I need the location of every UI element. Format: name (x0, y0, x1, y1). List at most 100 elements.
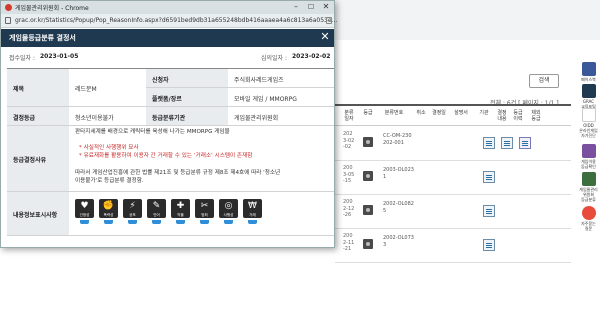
content-icon-fear: ⚡ 공포 (123, 199, 142, 218)
document-icon[interactable] (483, 239, 495, 251)
table-row: 2023-02-02 CC-OM-230 202-001 (335, 127, 571, 161)
popup-window: 게임물관리위원회 - Chrome – ☐ ✕ grac.or.kr/Stati… (0, 0, 337, 248)
receipt-date: 2023-01-05 (40, 53, 79, 60)
rail-faq[interactable]: 자주묻는 질문 (577, 206, 600, 231)
row-cert[interactable]: 2003-OL023 1 (383, 167, 414, 181)
row-cert[interactable]: 2002-OL073 3 (383, 235, 414, 249)
col-agency: 기관 (479, 110, 489, 116)
decision-info-table: 제목 레드문M 신청자 주식회사레드게임즈 플랫폼/장르 모바일 게임 / MM… (7, 68, 334, 236)
facebook-icon (581, 62, 596, 76)
search-button[interactable]: 검색 (529, 74, 559, 88)
agency-value-cell: 게임물관리위원회 (228, 107, 334, 126)
platform-value-cell: 모바일 게임 / MMORPG (228, 88, 334, 107)
row-cert[interactable]: CC-OM-230 202-001 (383, 133, 412, 147)
content-icon-tab (224, 220, 233, 224)
close-window-icon[interactable]: ✕ (319, 2, 333, 13)
maximize-icon[interactable]: ☐ (304, 2, 318, 13)
rail-facebook[interactable]: 페이스북 (577, 62, 600, 82)
content-icon-tab (248, 220, 257, 224)
close-icon[interactable]: ✕ (319, 30, 331, 44)
reason-line: 이용불가'로 등급분류 결정함. (75, 178, 144, 184)
content-icon-language: ✎ 언어 (147, 199, 166, 218)
reason-line: 따라서 게임산업진흥에 관한 법률 제21조 및 등급분류 규정 제8조 제4호… (75, 170, 281, 176)
col-rating: 등급 (363, 110, 373, 116)
right-quick-menu: 페이스북 GRAC 교육포털 OIDD 온라인게임 자가진단 게임이용 등급확인… (577, 62, 600, 262)
review-date-label: 심의일자 : (261, 55, 288, 62)
rating-icon (363, 171, 373, 181)
minimize-icon[interactable]: – (289, 2, 303, 13)
platform-label-cell: 플랫폼/장르 (146, 88, 228, 107)
oidd-icon (581, 108, 596, 122)
document-icon[interactable] (483, 137, 495, 149)
row-cert[interactable]: 2002-OL082 5 (383, 201, 414, 215)
reason-line: 판타지세계를 배경으로 캐릭터를 육성해 나가는 MMORPG 게임물 (75, 129, 230, 135)
title-value-cell: 레드문M (69, 69, 146, 107)
url-text[interactable]: grac.or.kr/Statistics/Popup/Pop_ReasonIn… (15, 17, 337, 24)
popup-header: 게임물등급분류 결정서 ✕ (1, 29, 334, 47)
rating-icon (363, 137, 373, 147)
col-cancel: 취소 (416, 110, 426, 116)
content-icon-tab (128, 220, 137, 224)
row-date: 2002-11-21 (343, 233, 355, 252)
reason-value-cell: 판타지세계를 배경으로 캐릭터를 육성해 나가는 MMORPG 게임물 * 사실… (69, 126, 334, 192)
content-icon-tab (104, 220, 113, 224)
address-bar[interactable]: grac.or.kr/Statistics/Popup/Pop_ReasonIn… (1, 14, 337, 28)
content-icons-cell: ♥ 선정성 ✊ 폭력성 ⚡ 공포 ✎ 언어 ✚ 약물 ✂ 범죄 ◎ 사행성 ₩ … (69, 192, 334, 236)
lock-icon[interactable] (5, 17, 11, 24)
content-icon-tab (200, 220, 209, 224)
rating-icon (363, 239, 373, 249)
rating-icon (363, 205, 373, 215)
rail-classification[interactable]: 게임물관리 위원회 등급분류 (577, 172, 600, 202)
title-label-cell: 제목 (7, 69, 69, 107)
document-icon[interactable] (483, 171, 495, 183)
receipt-date-label: 접수일자 : (9, 55, 36, 62)
review-date: 2023-02-02 (292, 53, 331, 60)
rating-label-cell: 결정등급 (7, 107, 69, 126)
applicant-label-cell: 신청자 (146, 69, 228, 88)
classification-icon (581, 172, 596, 186)
col-manual: 설명서 (454, 110, 468, 116)
window-title: 게임물관리위원회 - Chrome (15, 5, 89, 12)
results-table-header: 분류 일자 등급 분류번호 취소 결정일 설명서 기관 결정 내용 등급 이력 … (335, 104, 571, 126)
content-icon-drug: ✚ 약물 (171, 199, 190, 218)
history-icon[interactable] (519, 137, 531, 149)
content-icon-gambling: ◎ 사행성 (219, 199, 238, 218)
content-label-cell: 내용정보표시사항 (7, 192, 69, 236)
content-icon-tab (176, 220, 185, 224)
col-history: 등급 이력 (513, 110, 523, 122)
table-row: 2003-05-15 2003-OL023 1 (335, 161, 571, 195)
rating-value-cell: 청소년이용불가 (69, 107, 146, 126)
content-icon-violence: ✊ 폭력성 (99, 199, 118, 218)
window-titlebar[interactable]: 게임물관리위원회 - Chrome – ☐ ✕ (1, 1, 334, 14)
table-row: 2002-11-21 2002-OL073 3 (335, 229, 571, 263)
reason-label-cell: 등급결정사유 (7, 126, 69, 192)
reason-line: * 유료재화를 활용하여 이용자 간 거래할 수 있는 ‘거래소’ 시스템이 존… (79, 153, 253, 159)
row-date: 2002-12-26 (343, 199, 355, 218)
row-date: 2003-05-15 (343, 165, 355, 184)
date-row: 접수일자 : 2023-01-05 심의일자 : 2023-02-02 (1, 49, 334, 63)
faq-icon (581, 206, 596, 220)
rail-oidd[interactable]: OIDD 온라인게임 자가진단 (577, 108, 600, 138)
graduation-cap-icon (581, 84, 596, 98)
table-row: 2002-12-26 2002-OL082 5 (335, 195, 571, 229)
site-favicon-icon (5, 4, 12, 11)
document-icon[interactable] (501, 137, 513, 149)
col-content: 결정 내용 (497, 110, 507, 122)
content-icon-trade: ₩ 거래 (243, 199, 262, 218)
rail-edu[interactable]: GRAC 교육포털 (577, 84, 600, 109)
document-icon[interactable] (483, 205, 495, 217)
agency-label-cell: 등급분류기관 (146, 107, 228, 126)
col-date: 분류 일자 (344, 110, 354, 122)
rail-rating-check[interactable]: 게임이용 등급확인 (577, 144, 600, 169)
rating-check-icon (581, 144, 596, 158)
col-excluded: 제외 등급 (531, 110, 541, 122)
popup-title: 게임물등급분류 결정서 (9, 34, 76, 42)
content-icon-sexual: ♥ 선정성 (75, 199, 94, 218)
row-date: 2023-02-02 (343, 131, 355, 150)
reason-line: * 사실적인 사행행위 묘사 (79, 145, 139, 151)
content-icon-crime: ✂ 범죄 (195, 199, 214, 218)
applicant-value-cell: 주식회사레드게임즈 (228, 69, 334, 88)
key-icon[interactable] (326, 17, 332, 24)
col-cert: 분류번호 (384, 110, 404, 116)
content-icon-tab (80, 220, 89, 224)
